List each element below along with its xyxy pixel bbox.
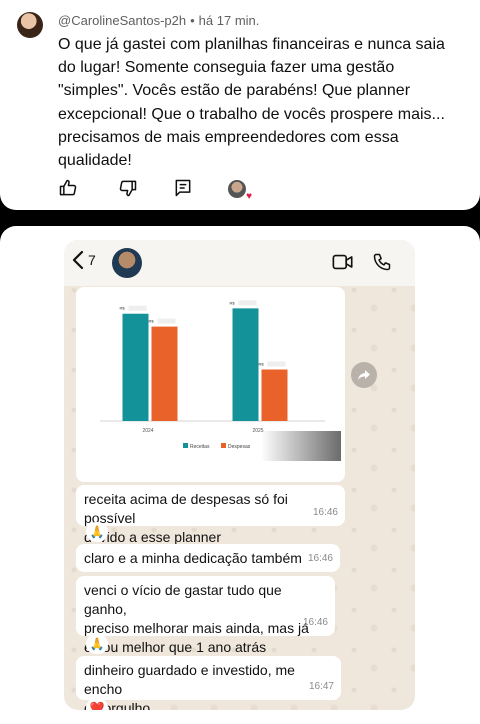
chevron-left-icon (72, 250, 84, 270)
message-text: venci o vício de gastar tudo que ganho, … (84, 582, 309, 655)
bar-value-label: R$ (120, 306, 126, 311)
blurred-value (238, 300, 257, 306)
contact-avatar[interactable] (112, 248, 142, 278)
reply-icon[interactable] (173, 178, 193, 198)
legend-swatch (183, 443, 188, 448)
message-time: 16:46 (312, 507, 338, 518)
comment-time: há 17 min. (198, 13, 260, 28)
bar-despesas-2024 (151, 326, 178, 421)
message-text: claro e a minha dedicação também (84, 550, 302, 566)
message-time: 16:46 (307, 553, 333, 564)
creator-heart-icon[interactable]: ♥ (228, 180, 252, 202)
thumbs-up-icon[interactable] (58, 178, 78, 198)
legend-label: Despesas (228, 444, 251, 450)
thumbs-down-icon[interactable] (118, 178, 138, 198)
message-4[interactable]: dinheiro guardado e investido, me encho … (76, 656, 341, 710)
comment-card: @CarolineSantos-p2h • há 17 min. O que já … (0, 0, 480, 210)
message-2[interactable]: claro e a minha dedicação também 16:46 (76, 544, 340, 572)
message-time: 16:46 (302, 617, 328, 628)
blurred-value (157, 318, 176, 324)
video-call-icon[interactable] (332, 252, 354, 272)
bar-value-label: R$ (230, 300, 236, 305)
reaction-badge[interactable]: 🙏 (86, 634, 108, 654)
bar-despesas-2025 (261, 369, 288, 421)
comment-text: O que já gastei com planilhas financeira… (58, 36, 445, 170)
message-text: receita acima de despesas só foi possíve… (84, 491, 288, 545)
heart-icon: ♥ (246, 191, 252, 202)
reaction-badge[interactable]: ❤️ (86, 698, 108, 710)
avatar[interactable] (17, 12, 43, 38)
bar-receitas-2025 (232, 308, 259, 421)
forward-button[interactable] (351, 362, 377, 388)
bar-value-label: R$ (259, 362, 265, 367)
message-time: 16:47 (308, 681, 334, 692)
chat-header: 7 (64, 240, 415, 286)
unread-count: 7 (88, 252, 96, 268)
image-edge-shadow (261, 431, 341, 461)
forward-icon (358, 370, 370, 380)
comment-header: @CarolineSantos-p2h • há 17 min. (58, 13, 259, 28)
legend-label: Receitas (190, 444, 210, 450)
blurred-value (128, 305, 147, 311)
message-3[interactable]: venci o vício de gastar tudo que ganho, … (76, 576, 335, 655)
blurred-value (267, 361, 286, 367)
reaction-badge[interactable]: 🙏 (86, 522, 108, 542)
screenshot-card: 7 R$ R$ 2024 R$ R$ 2025 Receitas Despesas recei… (0, 226, 480, 724)
legend-swatch (221, 443, 226, 448)
phone-icon[interactable] (372, 252, 392, 272)
chart-image: R$ R$ 2024 R$ R$ 2025 Receitas Despesas (80, 291, 341, 461)
bar-value-label: R$ (149, 319, 155, 324)
comment-author[interactable]: @CarolineSantos-p2h (58, 13, 186, 28)
whatsapp-screenshot: 7 R$ R$ 2024 R$ R$ 2025 Receitas Despesas recei… (64, 240, 415, 710)
header-separator: • (190, 13, 195, 28)
message-text: dinheiro guardado e investido, me encho … (84, 662, 295, 710)
image-message[interactable]: R$ R$ 2024 R$ R$ 2025 Receitas Despesas (76, 287, 345, 482)
back-button[interactable]: 7 (72, 250, 96, 270)
bar-receitas-2024 (122, 313, 149, 421)
x-tick-label: 2024 (142, 428, 153, 434)
message-1[interactable]: receita acima de despesas só foi possíve… (76, 485, 345, 545)
